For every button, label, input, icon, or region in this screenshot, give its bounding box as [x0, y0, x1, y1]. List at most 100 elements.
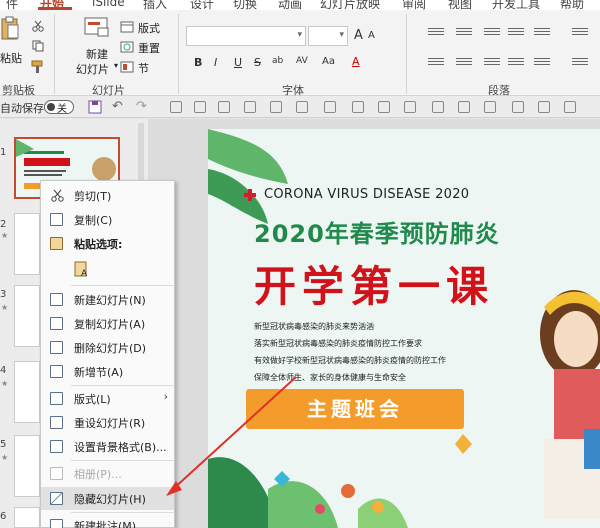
- increase-indent-icon[interactable]: [508, 28, 524, 40]
- line-spacing-icon[interactable]: [534, 28, 550, 40]
- tab-transitions[interactable]: 切换: [233, 0, 257, 10]
- change-case-button[interactable]: Aa: [322, 56, 335, 67]
- qat-align-left-icon[interactable]: [352, 101, 364, 113]
- ribbon-separator: [178, 14, 179, 94]
- bullets-icon[interactable]: [428, 28, 444, 40]
- char-spacing-button[interactable]: AV: [296, 56, 308, 66]
- grow-font-button[interactable]: A: [354, 28, 363, 43]
- distribute-icon[interactable]: [534, 58, 550, 70]
- undo-icon[interactable]: ↶: [112, 99, 123, 114]
- slide-body-line: 有效做好学校新型冠状病毒感染的肺炎疫情的防控工作: [254, 356, 446, 365]
- bold-button[interactable]: B: [194, 56, 202, 69]
- menu-item-new-comment[interactable]: 新建批注(M): [41, 514, 174, 528]
- tab-developer[interactable]: 开发工具: [492, 0, 540, 10]
- layout-button[interactable]: 版式: [138, 20, 160, 36]
- clipboard-icon: [1, 16, 19, 40]
- slide-thumbnail-3[interactable]: [14, 285, 40, 347]
- numbering-icon[interactable]: [456, 28, 472, 40]
- section-button[interactable]: 节: [138, 60, 149, 76]
- menu-item-layout[interactable]: 版式(L) ›: [41, 387, 174, 410]
- menu-separator: [71, 460, 174, 461]
- tab-file[interactable]: 件: [6, 0, 18, 10]
- menu-item-hide-slide[interactable]: 隐藏幻灯片(H): [41, 487, 174, 510]
- autosave-toggle[interactable]: 关: [44, 100, 74, 115]
- columns-icon[interactable]: [572, 28, 588, 40]
- redo-icon[interactable]: ↷: [136, 99, 147, 114]
- slide-number: 4: [0, 365, 7, 376]
- qat-group-icon[interactable]: [512, 101, 524, 113]
- menu-item-format-background[interactable]: 设置背景格式(B)...: [41, 435, 174, 458]
- qat-align-top-icon[interactable]: [432, 101, 444, 113]
- transition-star-icon: ★: [1, 453, 9, 462]
- menu-item-label: 新建批注(M): [74, 520, 137, 528]
- slide-thumbnail-4[interactable]: [14, 361, 40, 423]
- qat-align-center-icon[interactable]: [378, 101, 390, 113]
- ribbon-separator: [406, 14, 407, 94]
- scissors-icon[interactable]: [32, 20, 44, 32]
- menu-item-delete-slide[interactable]: 删除幻灯片(D): [41, 336, 174, 359]
- slide-thumbnail-6[interactable]: [14, 507, 40, 528]
- align-right-icon[interactable]: [484, 58, 500, 70]
- qat-shape-icon[interactable]: [270, 101, 282, 113]
- italic-button[interactable]: I: [214, 56, 217, 69]
- qat-align-right-icon[interactable]: [404, 101, 416, 113]
- align-left-icon[interactable]: [428, 58, 444, 70]
- tab-insert[interactable]: 插入: [143, 0, 167, 10]
- tab-review[interactable]: 审阅: [402, 0, 426, 10]
- paste-label: 粘贴: [0, 52, 22, 65]
- tab-view[interactable]: 视图: [448, 0, 472, 10]
- align-center-icon[interactable]: [456, 58, 472, 70]
- qat-align-bottom-icon[interactable]: [484, 101, 496, 113]
- justify-icon[interactable]: [508, 58, 524, 70]
- menu-item-new-slide[interactable]: 新建幻灯片(N): [41, 288, 174, 311]
- menu-item-reset-slide[interactable]: 重设幻灯片(R): [41, 411, 174, 434]
- tab-slideshow[interactable]: 幻灯片放映: [320, 0, 380, 10]
- tab-animations[interactable]: 动画: [278, 0, 302, 10]
- qat-align-icon[interactable]: [194, 101, 206, 113]
- tab-design[interactable]: 设计: [190, 0, 214, 10]
- reset-button[interactable]: 重置: [138, 40, 160, 56]
- tab-islide[interactable]: iSlide: [92, 0, 125, 9]
- qat-table-icon[interactable]: [324, 101, 336, 113]
- decrease-indent-icon[interactable]: [484, 28, 500, 40]
- font-name-select[interactable]: ▾: [186, 26, 306, 46]
- menu-item-label: 新增节(A): [74, 366, 124, 379]
- transition-star-icon: ★: [1, 231, 9, 240]
- slide-number: 5: [0, 439, 7, 450]
- new-slide-button[interactable]: 新建 幻灯片 ▾: [76, 16, 120, 76]
- tab-help[interactable]: 帮助: [560, 0, 584, 10]
- text-direction-icon[interactable]: [572, 58, 588, 70]
- menu-separator: [71, 385, 174, 386]
- menu-item-duplicate-slide[interactable]: 复制幻灯片(A): [41, 312, 174, 335]
- qat-crop-icon[interactable]: [244, 101, 256, 113]
- qat-picture-icon[interactable]: [296, 101, 308, 113]
- slide-editing-area[interactable]: CORONA VIRUS DISEASE 2020 2020年春季预防肺炎 开学…: [148, 119, 600, 528]
- qat-ungroup-icon[interactable]: [538, 101, 550, 113]
- shadow-button[interactable]: ab: [272, 56, 283, 66]
- font-color-button[interactable]: A: [352, 55, 360, 68]
- underline-button[interactable]: U: [234, 56, 242, 69]
- save-icon[interactable]: [88, 100, 102, 114]
- font-size-select[interactable]: ▾: [308, 26, 348, 46]
- context-menu: 剪切(T) 复制(C) 粘贴选项: A 新建幻灯片(N) 复制幻灯片(A) 删除…: [40, 180, 175, 528]
- add-section-icon: [50, 365, 63, 378]
- shrink-font-button[interactable]: A: [368, 30, 375, 41]
- autosave-label: 自动保存: [0, 102, 44, 115]
- slide-thumbnail-5[interactable]: [14, 435, 40, 497]
- qat-more-icon[interactable]: [564, 101, 576, 113]
- current-slide[interactable]: CORONA VIRUS DISEASE 2020 2020年春季预防肺炎 开学…: [208, 129, 600, 528]
- qat-distribute-icon[interactable]: [218, 101, 230, 113]
- autosave-state: 关: [57, 104, 67, 115]
- format-painter-icon[interactable]: [31, 60, 45, 74]
- qat-align-middle-icon[interactable]: [458, 101, 470, 113]
- menu-item-cut[interactable]: 剪切(T): [41, 184, 174, 207]
- slide-theme-button: 主题班会: [246, 389, 464, 429]
- qat-islide-icon[interactable]: [170, 101, 182, 113]
- paste-button[interactable]: 粘贴: [0, 14, 24, 66]
- paste-keep-text-icon[interactable]: A: [74, 260, 90, 278]
- menu-item-add-section[interactable]: 新增节(A): [41, 360, 174, 383]
- menu-item-copy[interactable]: 复制(C): [41, 208, 174, 231]
- strikethrough-button[interactable]: S: [254, 56, 261, 69]
- slide-thumbnail-2[interactable]: [14, 213, 40, 275]
- copy-icon[interactable]: [32, 40, 44, 52]
